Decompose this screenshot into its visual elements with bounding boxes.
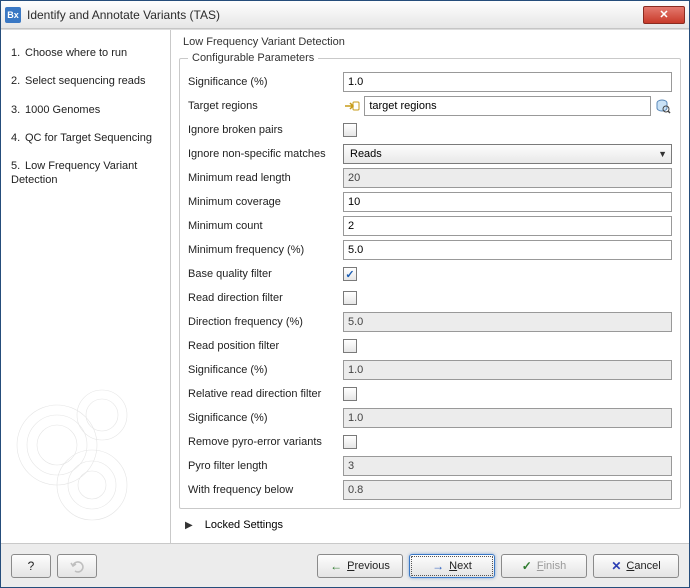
help-icon: ? (28, 559, 35, 573)
label-min-count: Minimum count (188, 220, 343, 232)
checkbox-relative-read-direction-filter[interactable] (343, 387, 357, 401)
arrow-right-icon: → (432, 559, 444, 573)
button-label: Finish (537, 560, 566, 572)
main-panel: Low Frequency Variant Detection Configur… (171, 30, 689, 543)
wizard-step-label: Select sequencing reads (25, 75, 145, 87)
cancel-button[interactable]: ✕ Cancel (593, 554, 679, 578)
chevron-down-icon: ▼ (658, 149, 667, 159)
browse-icon[interactable] (655, 97, 672, 115)
titlebar: Bx Identify and Annotate Variants (TAS) … (1, 1, 689, 29)
label-ignore-broken-pairs: Ignore broken pairs (188, 124, 343, 136)
button-label: Previous (347, 560, 390, 572)
select-ignore-nonspecific[interactable]: Reads ▼ (343, 144, 672, 164)
finish-button[interactable]: ✓ Finish (501, 554, 587, 578)
footer-button-bar: ? ← Previous → Next ✓ Finish ✕ Cancel (1, 543, 689, 587)
input-min-coverage[interactable] (343, 192, 672, 212)
wizard-step[interactable]: 3.1000 Genomes (11, 103, 164, 117)
label-direction-frequency: Direction frequency (%) (188, 316, 343, 328)
dialog-body: 1.Choose where to run 2.Select sequencin… (1, 29, 689, 543)
label-remove-pyro-error: Remove pyro-error variants (188, 436, 343, 448)
button-label: Cancel (626, 560, 660, 572)
checkbox-remove-pyro-error[interactable] (343, 435, 357, 449)
label-target-regions: Target regions (188, 100, 343, 112)
wizard-step[interactable]: 1.Choose where to run (11, 46, 164, 60)
triangle-right-icon: ▶ (185, 520, 193, 531)
check-icon: ✓ (522, 559, 532, 573)
input-direction-frequency (343, 312, 672, 332)
close-icon: ✕ (659, 8, 668, 21)
label-with-frequency-below: With frequency below (188, 484, 343, 496)
label-relative-read-direction-filter: Relative read direction filter (188, 388, 343, 400)
label-significance-3: Significance (%) (188, 412, 343, 424)
wizard-step-label: Low Frequency Variant Detection (11, 160, 137, 186)
input-significance-2 (343, 360, 672, 380)
button-label: Next (449, 560, 472, 572)
label-pyro-filter-length: Pyro filter length (188, 460, 343, 472)
undo-icon (69, 559, 85, 573)
wizard-step[interactable]: 5.Low Frequency Variant Detection (11, 159, 164, 188)
wizard-step-label: QC for Target Sequencing (25, 132, 152, 144)
previous-button[interactable]: ← Previous (317, 554, 403, 578)
label-significance: Significance (%) (188, 76, 343, 88)
x-icon: ✕ (611, 559, 621, 573)
dialog-window: Bx Identify and Annotate Variants (TAS) … (0, 0, 690, 588)
window-title: Identify and Annotate Variants (TAS) (27, 8, 643, 22)
wizard-steps-sidebar: 1.Choose where to run 2.Select sequencin… (1, 30, 171, 543)
wizard-step[interactable]: 4.QC for Target Sequencing (11, 131, 164, 145)
select-value: Reads (350, 148, 382, 160)
decorative-swirl (7, 365, 157, 535)
close-button[interactable]: ✕ (643, 6, 685, 24)
label-read-position-filter: Read position filter (188, 340, 343, 352)
input-pyro-filter-length (343, 456, 672, 476)
label-ignore-nonspecific: Ignore non-specific matches (188, 148, 343, 160)
input-min-read-length (343, 168, 672, 188)
next-button[interactable]: → Next (409, 554, 495, 578)
input-significance-3 (343, 408, 672, 428)
wizard-step-label: Choose where to run (25, 47, 127, 59)
group-legend: Configurable Parameters (188, 52, 318, 64)
input-with-frequency-below (343, 480, 672, 500)
checkbox-read-position-filter[interactable] (343, 339, 357, 353)
arrow-left-icon: ← (330, 559, 342, 573)
input-min-frequency[interactable] (343, 240, 672, 260)
label-min-coverage: Minimum coverage (188, 196, 343, 208)
wizard-step[interactable]: 2.Select sequencing reads (11, 74, 164, 88)
input-min-count[interactable] (343, 216, 672, 236)
checkbox-ignore-broken-pairs[interactable] (343, 123, 357, 137)
reset-button[interactable] (57, 554, 97, 578)
checkbox-base-quality-filter[interactable]: ✓ (343, 267, 357, 281)
app-icon: Bx (5, 7, 21, 23)
configurable-parameters-group: Configurable Parameters Significance (%)… (179, 52, 681, 509)
input-target-regions[interactable] (364, 96, 650, 116)
section-title: Low Frequency Variant Detection (179, 34, 681, 52)
input-significance[interactable] (343, 72, 672, 92)
label-min-frequency: Minimum frequency (%) (188, 244, 343, 256)
locked-settings-label: Locked Settings (205, 519, 283, 531)
wizard-step-label: 1000 Genomes (25, 104, 100, 116)
checkbox-read-direction-filter[interactable] (343, 291, 357, 305)
locked-settings-toggle[interactable]: ▶ Locked Settings (179, 509, 681, 533)
label-read-direction-filter: Read direction filter (188, 292, 343, 304)
drop-target-icon[interactable] (343, 97, 360, 115)
help-button[interactable]: ? (11, 554, 51, 578)
label-base-quality-filter: Base quality filter (188, 268, 343, 280)
label-min-read-length: Minimum read length (188, 172, 343, 184)
label-significance-2: Significance (%) (188, 364, 343, 376)
